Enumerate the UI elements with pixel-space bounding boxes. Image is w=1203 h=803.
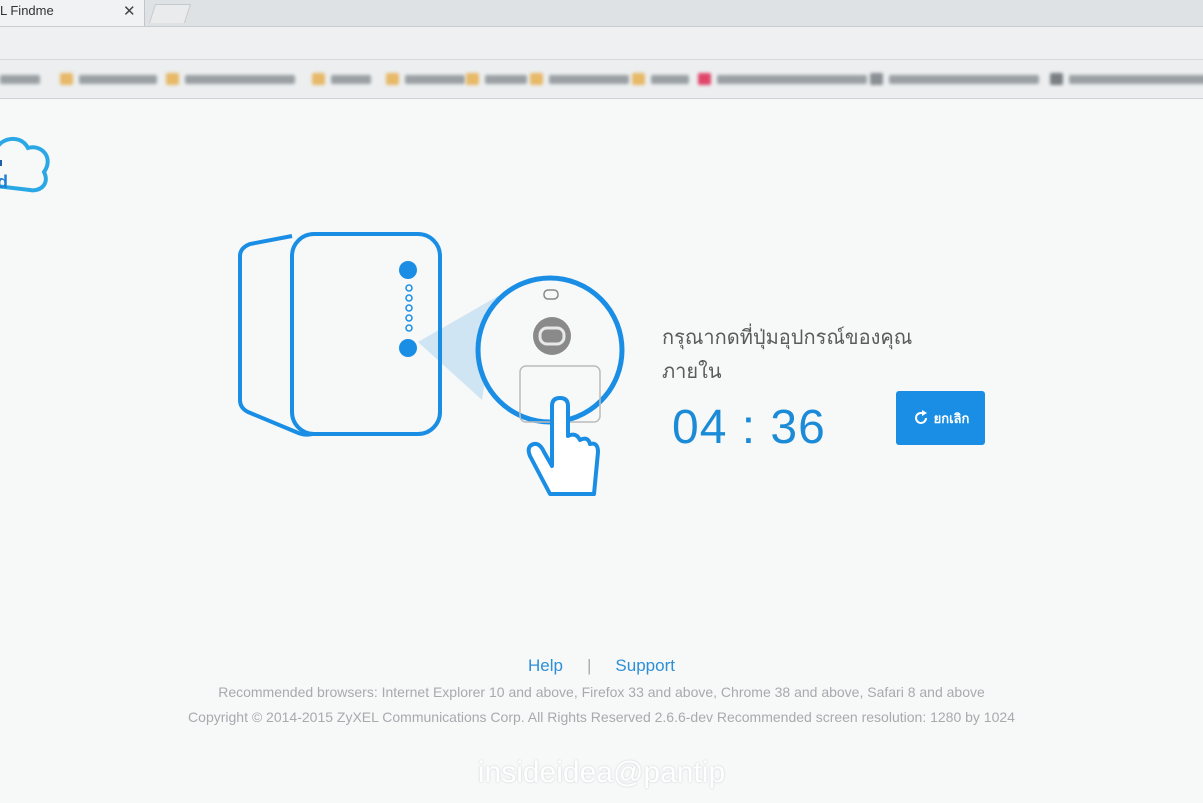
bookmark-item[interactable]	[60, 72, 157, 86]
copyright-text: Copyright © 2014-2015 ZyXEL Communicatio…	[188, 709, 1015, 725]
help-link[interactable]: Help	[528, 656, 563, 675]
svg-text:id: id	[0, 172, 8, 192]
tab-title: L Findme	[0, 3, 54, 18]
bookmark-item[interactable]	[698, 72, 867, 86]
address-bar-area	[0, 27, 1203, 60]
refresh-icon	[914, 410, 927, 424]
support-link[interactable]: Support	[615, 656, 675, 675]
close-icon[interactable]: ✕	[123, 2, 136, 20]
bookmark-item[interactable]	[530, 72, 629, 86]
new-tab-button[interactable]	[148, 4, 192, 23]
bookmark-item[interactable]	[0, 72, 40, 86]
instruction-text: กรุณากดที่ปุ่มอุปกรณ์ของคุณ ภายใน	[662, 320, 912, 388]
bookmark-item[interactable]	[386, 72, 465, 86]
cancel-button-label: ยกเลิก	[933, 411, 970, 427]
instruction-line-2: ภายใน	[662, 359, 722, 383]
bookmark-item[interactable]	[870, 72, 1039, 86]
recommended-browsers-text: Recommended browsers: Internet Explorer …	[218, 684, 985, 700]
instruction-line-1: กรุณากดที่ปุ่มอุปกรณ์ของคุณ	[662, 325, 913, 349]
bookmark-item[interactable]	[312, 72, 371, 86]
footer-links: Help | Support	[0, 656, 1203, 676]
link-separator: |	[587, 656, 592, 675]
cancel-button[interactable]: ยกเลิก	[896, 391, 985, 445]
cloud-logo-icon: id	[0, 128, 52, 198]
watermark-text: insideidea@pantip	[477, 756, 726, 789]
bookmarks-bar	[0, 60, 1203, 99]
countdown-timer: 04 : 36	[672, 401, 826, 454]
browser-tab[interactable]: L Findme ✕	[0, 0, 145, 26]
bookmark-item[interactable]	[1050, 72, 1203, 86]
bookmark-item[interactable]	[466, 72, 527, 86]
device-illustration	[232, 230, 632, 504]
browser-tab-bar: L Findme ✕	[0, 0, 1203, 27]
bookmark-item[interactable]	[166, 72, 295, 86]
bookmark-item[interactable]	[632, 72, 689, 86]
